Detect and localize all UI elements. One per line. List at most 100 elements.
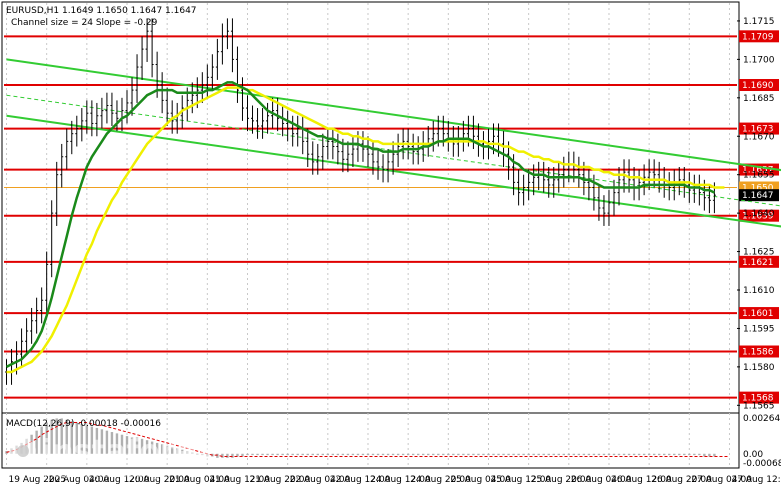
- macd-bar: [336, 453, 340, 456]
- macd-bar: [607, 453, 611, 456]
- macd-bar: [527, 453, 530, 456]
- chart-background: [0, 0, 781, 489]
- macd-bar: [427, 453, 430, 456]
- macd-bar: [627, 453, 631, 456]
- macd-bar: [582, 453, 586, 456]
- y-tick-label: 1.1685: [743, 94, 775, 104]
- x-tick-label: 27 Aug 12:00: [731, 475, 781, 485]
- macd-bar: [301, 453, 304, 456]
- y-tick-label: 1.1625: [743, 248, 775, 258]
- macd-bar: [462, 453, 465, 456]
- macd-bar: [487, 453, 490, 456]
- macd-bar: [411, 453, 415, 456]
- watermark-brand: instaforex: [42, 434, 214, 469]
- macd-bar: [406, 453, 410, 456]
- y-tick-label: 1.1595: [743, 324, 775, 334]
- macd-bar: [356, 453, 360, 456]
- macd-bar: [386, 453, 390, 456]
- y-tick-label: 1.1715: [743, 17, 775, 27]
- macd-y-tick-label: -0.00068: [743, 459, 781, 469]
- macd-bar: [587, 453, 591, 456]
- y-tick-label: 1.1610: [743, 286, 775, 296]
- macd-bar: [693, 453, 696, 456]
- y-tick-label: 1.1565: [743, 401, 775, 411]
- macd-bar: [522, 453, 525, 456]
- macd-bar: [432, 453, 435, 456]
- macd-bar: [316, 453, 319, 456]
- indicator-line: Channel size = 24 Slope = -0.29: [11, 18, 158, 28]
- macd-bar: [642, 453, 646, 456]
- macd-bar: [251, 453, 254, 456]
- y-tick-label: 1.1700: [743, 55, 775, 65]
- macd-bar: [532, 453, 535, 456]
- macd-bar: [396, 453, 400, 456]
- macd-bar: [477, 453, 480, 456]
- macd-bar: [622, 453, 626, 456]
- watermark-tagline: Instant Forex Trading: [44, 467, 160, 480]
- macd-bar: [547, 453, 550, 456]
- y-tick-label: 1.1655: [743, 171, 775, 181]
- y-tick-label: 1.1670: [743, 132, 775, 142]
- macd-title: MACD(12,26,9) -0.00018 -0.00016: [6, 419, 161, 429]
- macd-bar: [266, 453, 269, 456]
- macd-bar: [271, 453, 274, 456]
- macd-bar: [361, 453, 365, 456]
- macd-bar: [467, 453, 470, 456]
- macd-bar: [617, 453, 621, 456]
- macd-bar: [647, 453, 651, 456]
- macd-bar: [457, 453, 460, 456]
- macd-bar: [517, 453, 520, 456]
- macd-bar: [602, 453, 606, 456]
- macd-bar: [592, 453, 596, 456]
- level-label: 1.1621: [742, 258, 774, 268]
- macd-bar: [281, 453, 284, 456]
- macd-bar: [678, 453, 681, 456]
- chart-symbol-line: EURUSD,H1 1.1649 1.1650 1.1647 1.1647: [6, 6, 197, 16]
- macd-bar: [657, 453, 661, 456]
- macd-bar: [542, 453, 545, 456]
- macd-bar: [296, 453, 299, 456]
- macd-bar: [216, 453, 219, 458]
- macd-bar: [401, 453, 405, 456]
- macd-bar: [612, 453, 616, 456]
- level-label: 1.1601: [742, 309, 774, 319]
- macd-bar: [366, 453, 370, 456]
- macd-bar: [502, 453, 505, 456]
- macd-bar: [652, 453, 656, 456]
- macd-bar: [326, 453, 330, 456]
- macd-bar: [452, 453, 455, 456]
- macd-bar: [698, 453, 701, 456]
- macd-bar: [341, 453, 345, 456]
- macd-bar: [311, 453, 314, 456]
- macd-bar: [346, 453, 350, 456]
- macd-bar: [231, 453, 234, 458]
- macd-bar: [567, 453, 571, 456]
- macd-bar: [376, 453, 380, 456]
- level-label: 1.1586: [742, 348, 774, 358]
- macd-bar: [256, 453, 259, 456]
- watermark-logo: [10, 438, 36, 464]
- y-tick-label: 1.1640: [743, 209, 775, 219]
- macd-bar: [416, 453, 420, 456]
- macd-bar: [291, 453, 294, 456]
- macd-bar: [276, 453, 279, 456]
- chart-window: 1.1709 1.1690 1.1673 1.1657 1.1639 1.1621 1.16…: [0, 0, 781, 489]
- y-tick-label: 1.1580: [743, 363, 775, 373]
- level-label: 1.1709: [742, 32, 774, 42]
- macd-bar: [597, 453, 601, 456]
- macd-bar: [321, 453, 325, 456]
- macd-bar: [391, 453, 395, 456]
- macd-bar: [226, 453, 229, 458]
- macd-bar: [331, 453, 335, 456]
- level-label: 1.1690: [742, 81, 774, 91]
- macd-bar: [632, 453, 636, 456]
- macd-bar: [381, 453, 385, 456]
- macd-bar: [668, 453, 671, 456]
- macd-bar: [286, 453, 289, 456]
- macd-bar: [537, 453, 540, 456]
- macd-bar: [673, 453, 676, 456]
- macd-bar: [663, 453, 666, 456]
- macd-bar: [577, 453, 581, 456]
- macd-bar: [562, 453, 565, 456]
- chart-svg: 1.17091.16901.16731.16571.16391.16211.16…: [0, 0, 781, 489]
